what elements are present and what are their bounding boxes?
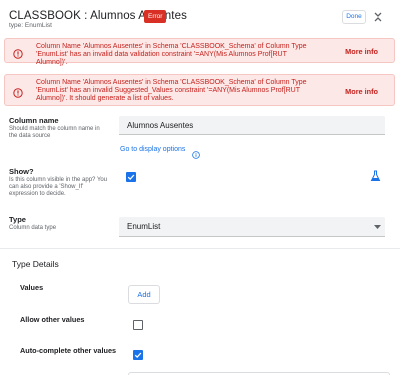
column-type-subtitle: type: EnumList xyxy=(9,22,52,29)
unfold-less-icon[interactable] xyxy=(373,10,383,24)
autocomplete-checkbox[interactable] xyxy=(133,350,143,360)
allow-other-label: Allow other values xyxy=(20,315,85,324)
column-name-hint: Should match the column name in the data… xyxy=(9,126,100,140)
display-options-link[interactable]: Go to display options xyxy=(120,146,185,153)
show-hint: Is this column visible in the app? You c… xyxy=(9,177,108,198)
done-button[interactable]: Done xyxy=(342,10,366,24)
more-info-link[interactable]: More info xyxy=(345,87,378,96)
alert-message: Column Name 'Alumnos Ausentes' in Schema… xyxy=(36,79,307,103)
type-hint: Column data type xyxy=(9,225,57,231)
dropdown-arrow-icon xyxy=(374,225,381,229)
type-label: Type xyxy=(9,215,26,224)
show-label: Show? xyxy=(9,167,34,176)
alert-message: Column Name 'Alumnos Ausentes' in Schema… xyxy=(36,43,307,67)
error-alert: Column Name 'Alumnos Ausentes' in Schema… xyxy=(4,74,395,106)
type-select-value: EnumList xyxy=(127,222,161,231)
flask-icon[interactable] xyxy=(370,169,381,181)
error-icon xyxy=(13,85,23,98)
allow-other-checkbox[interactable] xyxy=(133,320,143,330)
type-details-heading: Type Details xyxy=(12,259,59,269)
error-badge: Error xyxy=(144,10,167,23)
error-alert: Column Name 'Alumnos Ausentes' in Schema… xyxy=(4,38,395,66)
checkmark-icon xyxy=(127,174,135,181)
checkmark-icon xyxy=(134,352,142,359)
editor-header: CLASSBOOK : Alumnos Ausentes Error type:… xyxy=(0,0,400,32)
column-name-label: Column name xyxy=(9,116,59,125)
error-icon xyxy=(13,46,23,59)
column-name-input[interactable]: Alumnos Ausentes xyxy=(119,116,385,135)
values-label: Values xyxy=(20,283,44,292)
more-info-link[interactable]: More info xyxy=(345,47,378,56)
type-select[interactable]: EnumList xyxy=(119,217,385,237)
show-checkbox[interactable] xyxy=(126,172,136,182)
add-value-button[interactable]: Add xyxy=(128,285,160,304)
autocomplete-label: Auto-complete other values xyxy=(20,346,117,355)
section-divider xyxy=(0,248,400,249)
info-icon[interactable] xyxy=(192,146,200,159)
